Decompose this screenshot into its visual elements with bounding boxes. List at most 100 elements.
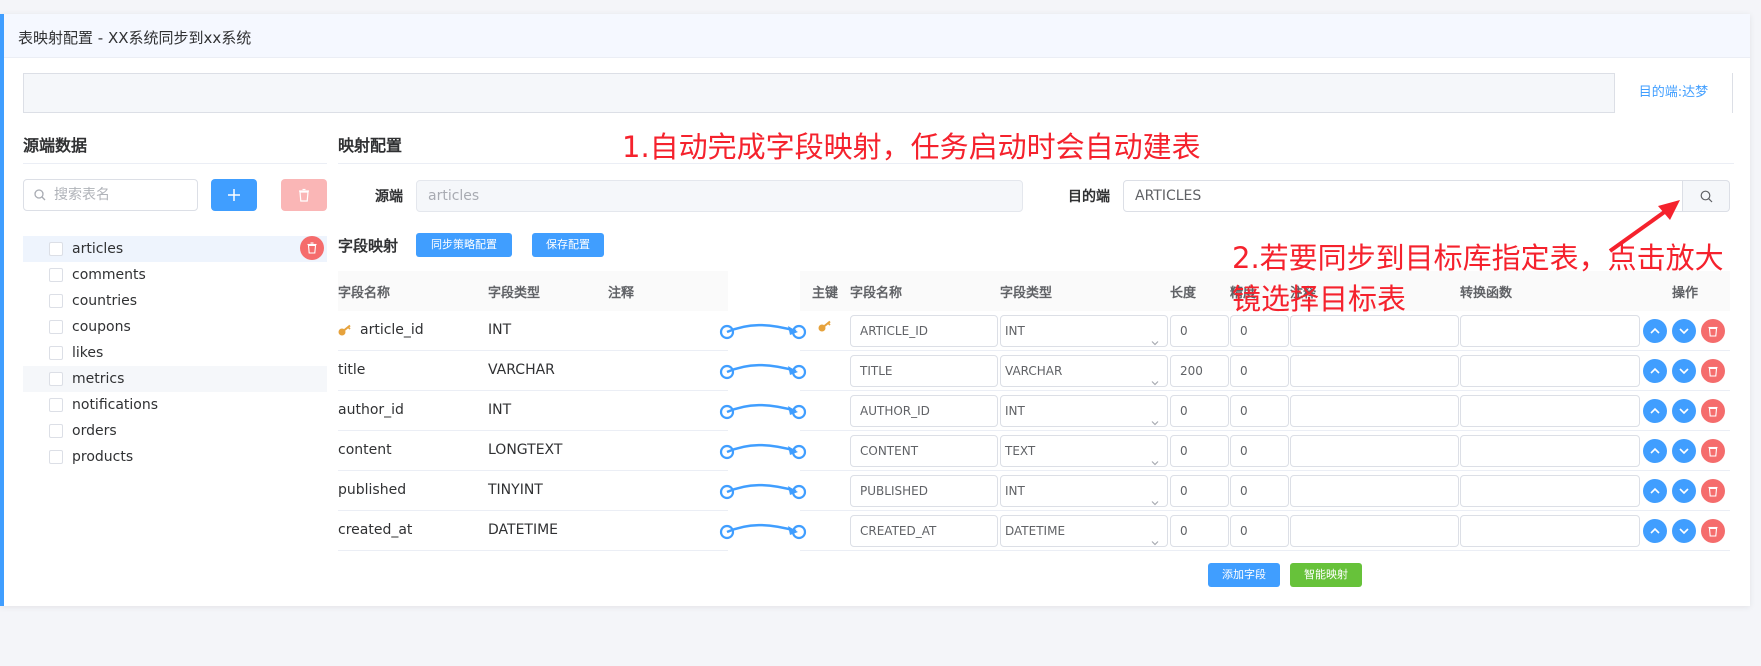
- tab-target-dameng[interactable]: 目的端:达梦: [1614, 73, 1732, 113]
- move-down-button[interactable]: [1672, 399, 1696, 423]
- delete-field-button[interactable]: [1701, 519, 1725, 543]
- target-field-transform-input[interactable]: [1460, 475, 1640, 507]
- delete-field-button[interactable]: [1701, 439, 1725, 463]
- move-up-button[interactable]: [1643, 399, 1667, 423]
- move-down-button[interactable]: [1672, 479, 1696, 503]
- table-checkbox[interactable]: [49, 346, 63, 360]
- table-item[interactable]: comments: [23, 262, 327, 288]
- target-field-comment-input[interactable]: [1290, 435, 1459, 467]
- col-header-transform: 转换函数: [1460, 286, 1513, 301]
- target-field-precision-input[interactable]: 0: [1230, 475, 1289, 507]
- table-search-input[interactable]: [54, 186, 189, 204]
- target-field-length-input[interactable]: 0: [1170, 515, 1229, 547]
- target-field-length-input[interactable]: 200: [1170, 355, 1229, 387]
- add-field-button[interactable]: 添加字段: [1208, 563, 1280, 587]
- target-field-type-select[interactable]: INT: [1000, 475, 1168, 507]
- table-item[interactable]: likes: [23, 340, 327, 366]
- source-field-name: created_at: [338, 522, 413, 538]
- source-field-type: INT: [488, 322, 512, 338]
- move-up-button[interactable]: [1643, 519, 1667, 543]
- target-field-type-select[interactable]: TEXT: [1000, 435, 1168, 467]
- target-field-length-input[interactable]: 0: [1170, 475, 1229, 507]
- target-field-transform-input[interactable]: [1460, 355, 1640, 387]
- target-field-type-select[interactable]: INT: [1000, 315, 1168, 347]
- target-field-transform-input[interactable]: [1460, 435, 1640, 467]
- add-table-button[interactable]: [211, 179, 257, 211]
- mapping-link-icon[interactable]: [718, 479, 808, 503]
- table-checkbox[interactable]: [49, 450, 63, 464]
- target-field-length-input[interactable]: 0: [1170, 435, 1229, 467]
- table-checkbox[interactable]: [49, 320, 63, 334]
- table-checkbox[interactable]: [49, 268, 63, 282]
- trash-icon: [1708, 526, 1718, 537]
- target-field-transform-input[interactable]: [1460, 395, 1640, 427]
- delete-tables-button[interactable]: [281, 179, 327, 211]
- target-field-name-input[interactable]: AUTHOR_ID: [850, 395, 998, 427]
- smart-map-button[interactable]: 智能映射: [1290, 563, 1362, 587]
- table-checkbox[interactable]: [49, 294, 63, 308]
- move-down-button[interactable]: [1672, 519, 1696, 543]
- arrow-down-icon: [1679, 328, 1689, 335]
- target-field-comment-input[interactable]: [1290, 355, 1459, 387]
- target-field-name-input[interactable]: TITLE: [850, 355, 998, 387]
- table-checkbox[interactable]: [49, 398, 63, 412]
- move-down-button[interactable]: [1672, 439, 1696, 463]
- target-field-precision-input[interactable]: 0: [1230, 395, 1289, 427]
- key-icon[interactable]: [817, 319, 833, 335]
- target-table-field[interactable]: ARTICLES: [1123, 180, 1683, 212]
- target-field-name-input[interactable]: PUBLISHED: [850, 475, 998, 507]
- move-down-button[interactable]: [1672, 319, 1696, 343]
- row-divider: [338, 510, 728, 511]
- table-item[interactable]: orders: [23, 418, 327, 444]
- target-field-type-select[interactable]: VARCHAR: [1000, 355, 1168, 387]
- target-field-transform-input[interactable]: [1460, 515, 1640, 547]
- target-field-comment-input[interactable]: [1290, 315, 1459, 347]
- table-item[interactable]: coupons: [23, 314, 327, 340]
- table-item[interactable]: articles: [23, 236, 327, 262]
- col-header-source-name: 字段名称: [338, 286, 391, 301]
- table-item[interactable]: notifications: [23, 392, 327, 418]
- sync-strategy-button[interactable]: 同步策略配置: [416, 233, 512, 257]
- target-field-precision-input[interactable]: 0: [1230, 515, 1289, 547]
- target-field-comment-input[interactable]: [1290, 515, 1459, 547]
- target-field-type-select[interactable]: DATETIME: [1000, 515, 1168, 547]
- mapping-link-icon[interactable]: [718, 319, 808, 343]
- table-item[interactable]: products: [23, 444, 327, 470]
- target-table-search-button[interactable]: [1683, 180, 1730, 212]
- delete-table-button[interactable]: [300, 236, 324, 260]
- target-field-name-input[interactable]: ARTICLE_ID: [850, 315, 998, 347]
- save-config-button[interactable]: 保存配置: [532, 233, 604, 257]
- target-field-type-select[interactable]: INT: [1000, 395, 1168, 427]
- target-field-comment-input[interactable]: [1290, 395, 1459, 427]
- table-search-box[interactable]: [23, 179, 198, 211]
- target-field-name-input[interactable]: CREATED_AT: [850, 515, 998, 547]
- table-item[interactable]: countries: [23, 288, 327, 314]
- move-up-button[interactable]: [1643, 479, 1667, 503]
- target-field-length-input[interactable]: 0: [1170, 315, 1229, 347]
- mapping-link-icon[interactable]: [718, 399, 808, 423]
- row-divider: [338, 430, 728, 431]
- mapping-link-icon[interactable]: [718, 359, 808, 383]
- table-checkbox[interactable]: [49, 424, 63, 438]
- delete-field-button[interactable]: [1701, 359, 1725, 383]
- delete-field-button[interactable]: [1701, 399, 1725, 423]
- table-item[interactable]: metrics: [23, 366, 327, 392]
- target-field-precision-input[interactable]: 0: [1230, 315, 1289, 347]
- mapping-link-icon[interactable]: [718, 519, 808, 543]
- move-up-button[interactable]: [1643, 439, 1667, 463]
- target-field-precision-input[interactable]: 0: [1230, 435, 1289, 467]
- move-up-button[interactable]: [1643, 359, 1667, 383]
- table-checkbox[interactable]: [49, 242, 63, 256]
- table-checkbox[interactable]: [49, 372, 63, 386]
- mapping-link-icon[interactable]: [718, 439, 808, 463]
- move-up-button[interactable]: [1643, 319, 1667, 343]
- move-down-button[interactable]: [1672, 359, 1696, 383]
- target-field-name-input[interactable]: CONTENT: [850, 435, 998, 467]
- target-field-comment-input[interactable]: [1290, 475, 1459, 507]
- delete-field-button[interactable]: [1701, 479, 1725, 503]
- col-header-source-comment: 注释: [608, 286, 635, 301]
- target-field-length-input[interactable]: 0: [1170, 395, 1229, 427]
- delete-field-button[interactable]: [1701, 319, 1725, 343]
- target-field-precision-input[interactable]: 0: [1230, 355, 1289, 387]
- target-field-transform-input[interactable]: [1460, 315, 1640, 347]
